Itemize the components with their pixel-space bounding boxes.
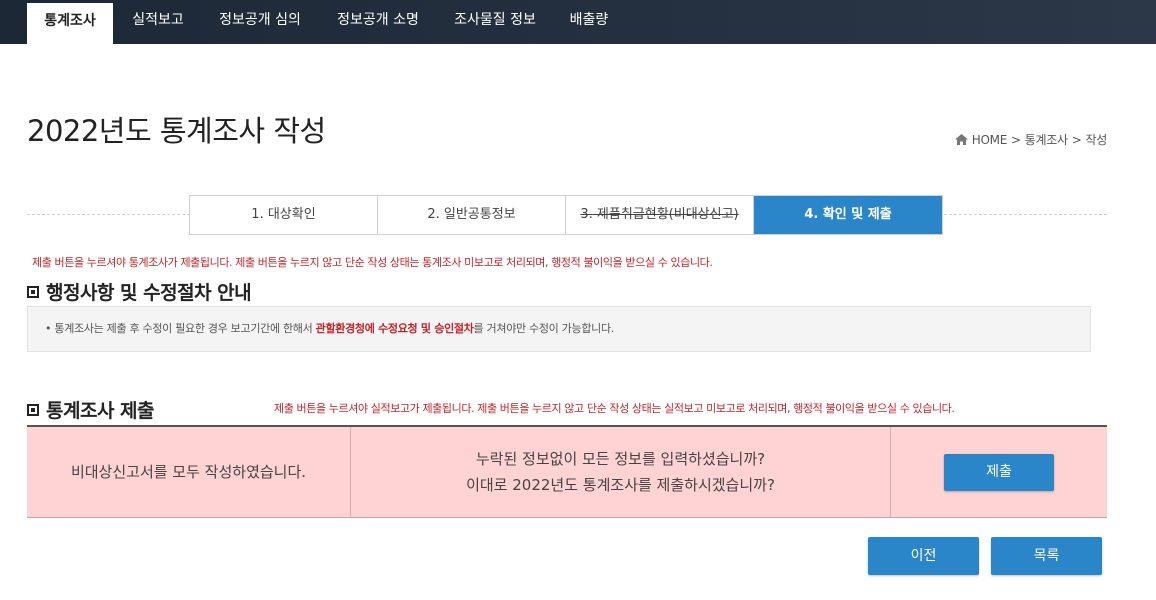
submit-status-cell: 비대상신고서를 모두 작성하였습니다. [27, 427, 350, 517]
submit-status-text: 비대상신고서를 모두 작성하였습니다. [70, 463, 307, 481]
breadcrumb-current: 작성 [1085, 133, 1108, 147]
admin-notice-box: • 통계조사는 제출 후 수정이 필요한 경우 보고기간에 한해서 관할환경청에… [27, 306, 1091, 352]
confirm-question-line2: 이대로 2022년도 통계조사를 제출하시겠습니까? [466, 476, 775, 494]
top-navigation: 통계조사 실적보고 정보공개 심의 정보공개 소명 조사물질 정보 배출량 [0, 0, 1156, 44]
page-title: 2022년도 통계조사 작성 [27, 114, 326, 148]
breadcrumb: HOME > 통계조사 > 작성 [954, 131, 1108, 148]
nav-item-disclosure-review[interactable]: 정보공개 심의 [207, 0, 313, 44]
notice-text-prefix: • 통계조사는 제출 후 수정이 필요한 경우 보고기간에 한해서 [45, 322, 316, 335]
step-1-target-check[interactable]: 1. 대상확인 [190, 196, 378, 234]
notice-text-suffix: 를 거쳐야만 수정이 가능합니다. [473, 322, 615, 335]
nav-item-disclosure-explanation[interactable]: 정보공개 소명 [325, 0, 431, 44]
breadcrumb-separator: > [1011, 132, 1021, 147]
notice-text-emphasis: 관할환경청에 수정요청 및 승인절차 [315, 322, 474, 335]
confirm-question-line1: 누락된 정보없이 모든 정보를 입력하셨습니까? [475, 450, 766, 468]
breadcrumb-separator: > [1071, 132, 1082, 147]
home-icon [954, 134, 968, 145]
nav-item-substance-info[interactable]: 조사물질 정보 [442, 0, 548, 44]
list-button[interactable]: 목록 [991, 537, 1102, 575]
submit-confirm-cell: 누락된 정보없이 모든 정보를 입력하셨습니까? 이대로 2022년도 통계조사… [350, 427, 890, 517]
square-bullet-icon [27, 403, 39, 416]
submit-button[interactable]: 제출 [944, 453, 1054, 491]
nav-item-performance-report[interactable]: 실적보고 [119, 0, 197, 44]
nav-item-statistics-survey[interactable]: 통계조사 [27, 3, 113, 44]
square-bullet-icon [27, 285, 39, 298]
submit-warning-top: 제출 버튼을 누르셔야 통계조사가 제출됩니다. 제출 버튼을 누르지 않고 단… [32, 256, 713, 269]
breadcrumb-statistics-survey[interactable]: 통계조사 [1025, 131, 1068, 148]
nav-item-emissions[interactable]: 배출량 [558, 0, 620, 44]
admin-section-title-text: 행정사항 및 수정절차 안내 [46, 282, 252, 304]
submit-warning-middle: 제출 버튼을 누르셔야 실적보고가 제출됩니다. 제출 버튼을 누르지 않고 단… [274, 402, 955, 415]
step-4-confirm-submit[interactable]: 4. 확인 및 제출 [754, 196, 942, 234]
admin-section-title: 행정사항 및 수정절차 안내 [27, 278, 252, 305]
step-tabs: 1. 대상확인 2. 일반공통정보 3. 제품취급현황(비대상신고) 4. 확인… [189, 195, 943, 235]
step-3-product-handling[interactable]: 3. 제품취급현황(비대상신고) [566, 196, 754, 234]
submit-button-cell: 제출 [890, 427, 1107, 517]
step-2-general-info[interactable]: 2. 일반공통정보 [378, 196, 566, 234]
submit-confirmation-row: 비대상신고서를 모두 작성하였습니다. 누락된 정보없이 모든 정보를 입력하셨… [27, 425, 1107, 518]
previous-button[interactable]: 이전 [868, 537, 979, 575]
submit-section-title-text: 통계조사 제출 [46, 400, 155, 422]
submit-section-title: 통계조사 제출 [27, 396, 155, 423]
breadcrumb-home[interactable]: HOME [972, 133, 1008, 147]
